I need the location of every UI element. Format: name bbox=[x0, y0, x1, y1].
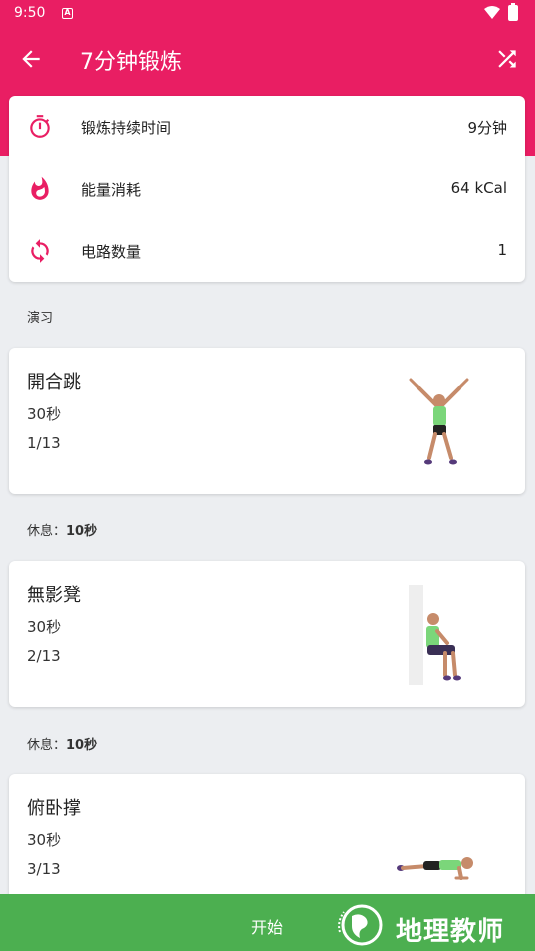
exercise-duration: 30秒 bbox=[27, 831, 62, 849]
jumping-jacks-illustration bbox=[409, 378, 469, 465]
rest-label: 休息：10秒 bbox=[27, 734, 97, 753]
exercise-duration: 30秒 bbox=[27, 618, 62, 636]
summary-label: 能量消耗 bbox=[81, 181, 142, 199]
globe-logo-icon bbox=[338, 904, 383, 946]
summary-row-circuits: 电路数量 1 bbox=[9, 220, 525, 282]
stopwatch-icon bbox=[30, 115, 50, 138]
rest-duration: 10秒 bbox=[66, 524, 98, 539]
exercise-index: 1/13 bbox=[27, 434, 61, 452]
status-bar: 9:50 A bbox=[0, 0, 535, 26]
workout-summary-card: 锻炼持续时间 9分钟 能量消耗 64 kCal 电路数量 1 bbox=[9, 96, 525, 282]
repeat-icon bbox=[31, 239, 49, 263]
exercise-duration: 30秒 bbox=[27, 405, 62, 423]
watermark-text: 地理教师 bbox=[396, 917, 505, 947]
summary-value: 9分钟 bbox=[467, 119, 507, 137]
start-button-label: 开始 bbox=[251, 918, 284, 937]
watermark: 地理教师 bbox=[334, 902, 534, 948]
battery-icon bbox=[508, 3, 518, 21]
summary-value: 64 kCal bbox=[450, 179, 507, 197]
back-arrow-icon[interactable] bbox=[18, 46, 44, 72]
wall-sit-illustration bbox=[409, 585, 461, 685]
exercise-name: 無影凳 bbox=[27, 585, 81, 606]
exercise-index: 2/13 bbox=[27, 647, 61, 665]
status-time: 9:50 bbox=[14, 5, 46, 21]
exercise-card-jumping-jacks[interactable]: 開合跳 30秒 1/13 bbox=[9, 348, 525, 494]
exercise-name: 開合跳 bbox=[27, 372, 81, 393]
exercises-section-label: 演习 bbox=[27, 311, 54, 326]
notification-icon: A bbox=[62, 8, 73, 19]
bottom-bar: 开始 地理教师 bbox=[0, 894, 535, 951]
push-up-illustration bbox=[397, 857, 473, 880]
exercise-name: 俯卧撑 bbox=[27, 798, 81, 819]
exercise-card-wall-sit[interactable]: 無影凳 30秒 2/13 bbox=[9, 561, 525, 707]
shuffle-icon[interactable] bbox=[494, 46, 520, 72]
rest-duration: 10秒 bbox=[66, 738, 98, 753]
page-title: 7分钟锻炼 bbox=[80, 50, 182, 75]
exercise-index: 3/13 bbox=[27, 860, 61, 878]
rest-label: 休息：10秒 bbox=[27, 520, 97, 539]
rest-prefix: 休息： bbox=[27, 524, 67, 539]
rest-prefix: 休息： bbox=[27, 738, 67, 753]
summary-label: 锻炼持续时间 bbox=[81, 119, 172, 137]
wifi-icon bbox=[484, 6, 500, 19]
summary-value: 1 bbox=[497, 241, 507, 259]
flame-icon bbox=[31, 176, 49, 200]
summary-row-energy: 能量消耗 64 kCal bbox=[9, 158, 525, 220]
summary-row-duration: 锻炼持续时间 9分钟 bbox=[9, 96, 525, 158]
summary-label: 电路数量 bbox=[81, 243, 142, 261]
